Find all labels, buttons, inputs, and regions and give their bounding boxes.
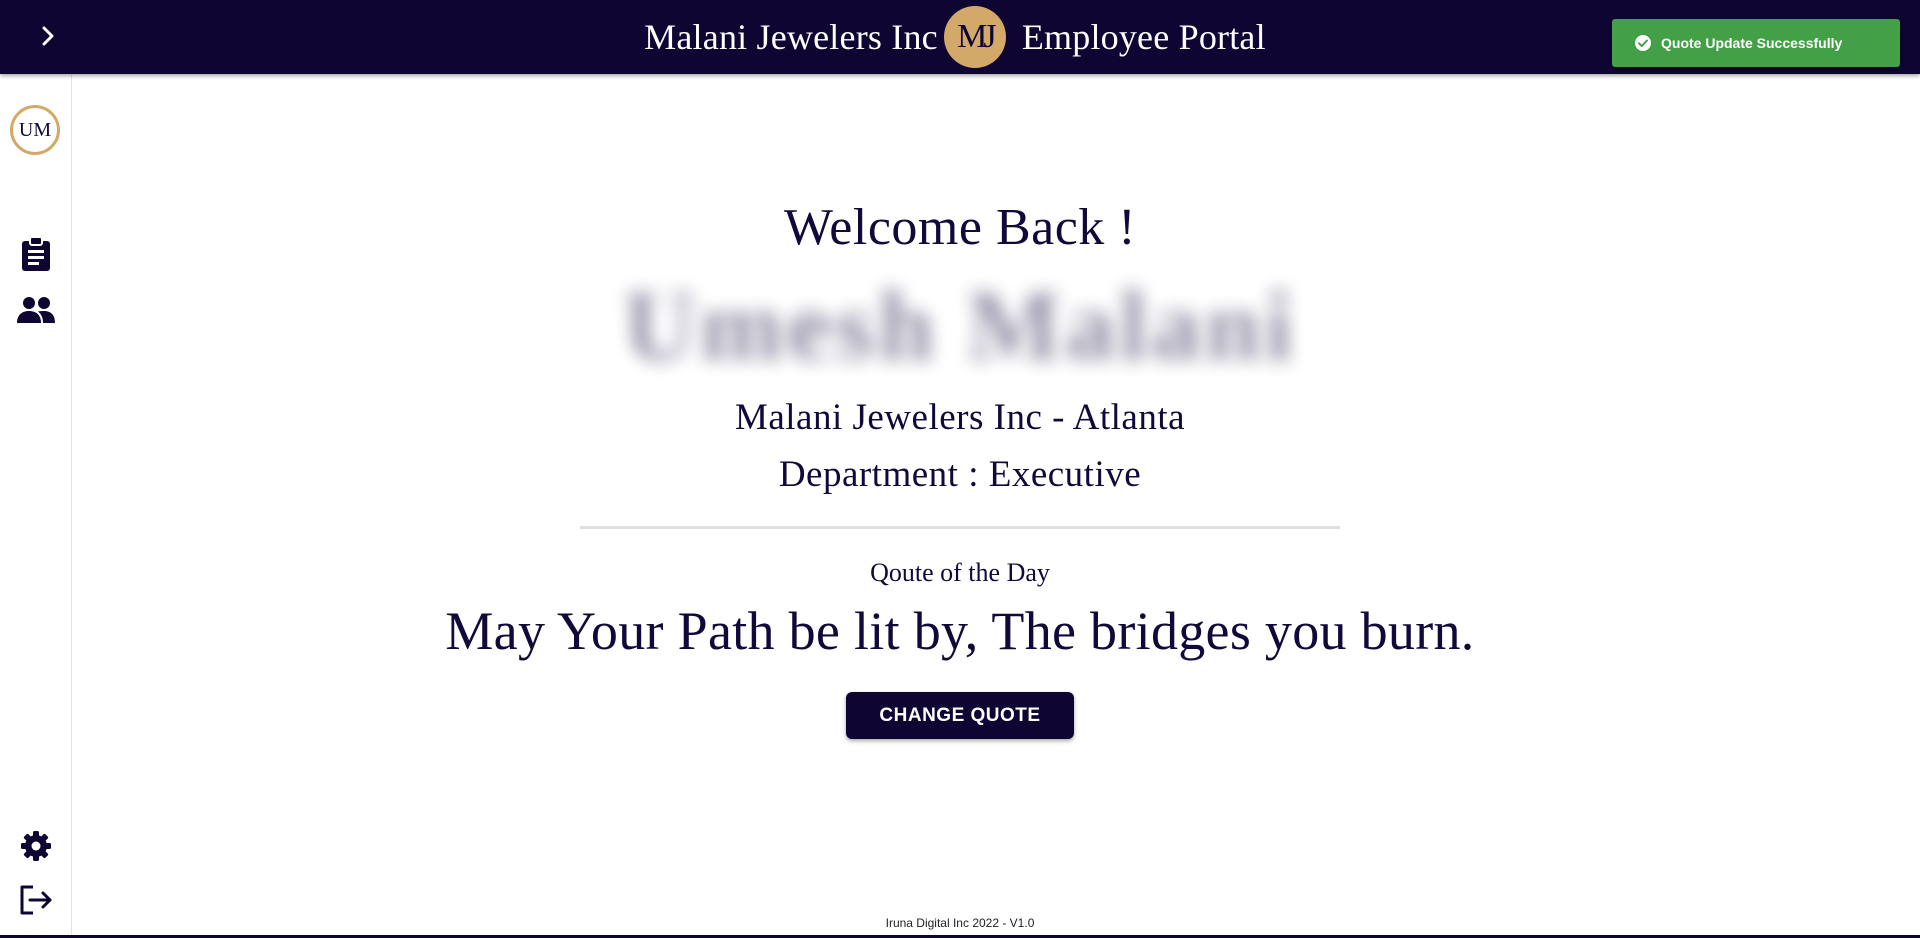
chevron-right-icon: [42, 26, 54, 46]
sidebar: UM: [0, 74, 72, 938]
people-icon: [17, 297, 55, 323]
user-name: Umesh Malani: [623, 270, 1297, 381]
gear-icon: [21, 831, 51, 861]
company-logo: MJ: [943, 6, 1006, 68]
quote-label: Qoute of the Day: [870, 558, 1050, 587]
sidebar-item-employees[interactable]: [14, 288, 58, 332]
sidebar-toggle-button[interactable]: [30, 18, 66, 54]
change-quote-button[interactable]: CHANGE QUOTE: [846, 692, 1074, 739]
success-toast[interactable]: Quote Update Successfully: [1612, 19, 1900, 67]
sidebar-item-settings[interactable]: [14, 824, 58, 868]
sidebar-item-logout[interactable]: [14, 878, 58, 922]
logo-monogram: MJ: [957, 18, 997, 55]
department: Department : Executive: [778, 454, 1142, 495]
check-circle-icon: [1635, 35, 1651, 51]
logout-icon: [20, 885, 52, 915]
divider: [580, 526, 1340, 529]
avatar[interactable]: UM: [10, 105, 60, 155]
quote-of-the-day: May Your Path be lit by, The bridges you…: [445, 601, 1475, 661]
toast-message: Quote Update Successfully: [1661, 35, 1843, 51]
portal-title: Employee Portal: [1021, 17, 1266, 57]
main-content: Welcome Back ! Umesh Malani Malani Jewel…: [72, 74, 1920, 938]
clipboard-icon: [22, 236, 50, 271]
welcome-heading: Welcome Back !: [783, 199, 1137, 256]
footer: Iruna Digital Inc 2022 - V1.0: [885, 916, 1035, 930]
company-name: Malani Jewelers Inc: [644, 17, 938, 57]
sidebar-item-quotes[interactable]: [14, 232, 58, 276]
company-location: Malani Jewelers Inc - Atlanta: [734, 397, 1186, 438]
